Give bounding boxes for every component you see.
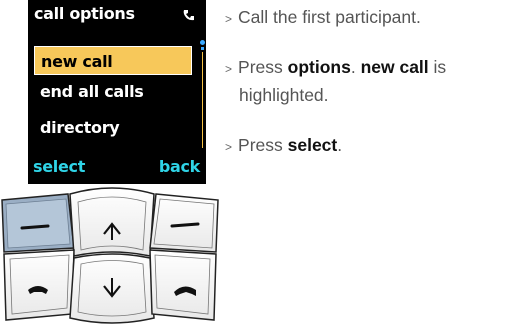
step-text: . [350, 57, 356, 77]
step-keyword-new-call: new call [360, 57, 429, 77]
step-text: Call the first participant. [238, 7, 421, 27]
step-text: is [433, 57, 447, 77]
softkey-select[interactable]: select [33, 157, 85, 176]
step-1: > Call the first participant. [225, 4, 510, 32]
step-bullet: > [225, 12, 233, 26]
step-text-continued: highlighted. [239, 85, 329, 105]
step-text: Press [238, 57, 283, 77]
scrollbar-indicator-dot [201, 47, 204, 50]
softkey-back[interactable]: back [159, 157, 200, 176]
left-softkey-button[interactable] [1, 193, 75, 253]
step-keyword-select: select [287, 135, 338, 155]
down-arrow-button[interactable] [69, 253, 155, 324]
phone-screen: call options new call end all calls dire… [28, 0, 206, 184]
left-softkey-icon [20, 224, 50, 230]
up-arrow-button[interactable] [69, 187, 155, 257]
menu-item-directory[interactable]: directory [34, 113, 192, 142]
handset-status-icon [183, 10, 194, 21]
step-bullet: > [225, 62, 233, 76]
call-button[interactable] [3, 249, 75, 321]
step-2: > Press options. new call is highlighted. [225, 54, 510, 108]
menu-item-end-all-calls[interactable]: end all calls [34, 77, 192, 106]
step-keyword-options: options [287, 57, 351, 77]
right-softkey-icon [170, 222, 200, 228]
right-softkey-button[interactable] [149, 193, 219, 253]
step-text: Press [238, 135, 283, 155]
scrollbar-indicator [200, 40, 205, 45]
scrollbar[interactable] [202, 52, 203, 148]
menu-item-new-call[interactable]: new call [34, 46, 192, 75]
step-3: > Press select. [225, 132, 510, 160]
step-text: . [337, 135, 343, 155]
screen-title: call options [34, 4, 135, 23]
end-call-button[interactable] [149, 249, 217, 321]
step-bullet: > [225, 140, 233, 154]
keypad [1, 187, 219, 324]
